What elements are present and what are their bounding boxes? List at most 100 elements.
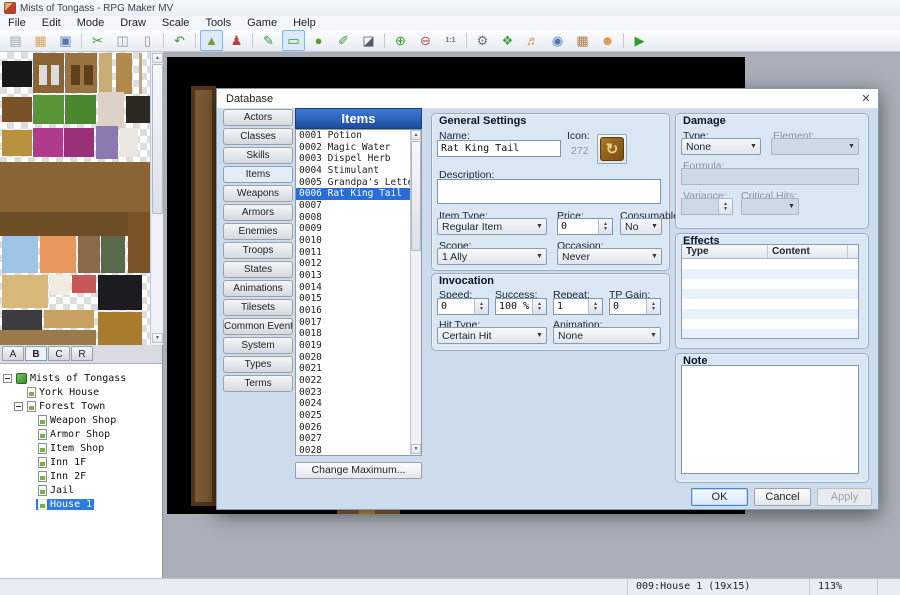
tree-item-york-house[interactable]: York House bbox=[0, 385, 162, 399]
undo-button[interactable]: ↶ bbox=[168, 30, 191, 51]
tree-item-forest-town[interactable]: Forest Town bbox=[0, 399, 162, 413]
palette-tile[interactable] bbox=[0, 330, 96, 345]
ellipse-tool-button[interactable]: ● bbox=[307, 30, 330, 51]
item-row-0003[interactable]: 0003 Dispel Herb bbox=[296, 153, 421, 165]
tileset-tab-r[interactable]: R bbox=[71, 346, 93, 361]
menu-game[interactable]: Game bbox=[239, 17, 285, 29]
menu-scale[interactable]: Scale bbox=[154, 17, 198, 29]
palette-tile[interactable] bbox=[128, 212, 150, 273]
palette-tile[interactable] bbox=[99, 53, 112, 94]
item-row-0007[interactable]: 0007 bbox=[296, 200, 421, 212]
effects-row[interactable] bbox=[682, 269, 858, 279]
item-row-0020[interactable]: 0020 bbox=[296, 352, 421, 364]
db-tab-items[interactable]: Items bbox=[223, 166, 293, 183]
db-tab-weapons[interactable]: Weapons bbox=[223, 185, 293, 202]
effects-row[interactable] bbox=[682, 279, 858, 289]
repeat-spinner[interactable]: 1▲▼ bbox=[553, 298, 603, 315]
palette-tile[interactable] bbox=[44, 310, 94, 328]
item-row-0022[interactable]: 0022 bbox=[296, 375, 421, 387]
palette-tile[interactable] bbox=[2, 130, 32, 156]
occasion-dropdown[interactable]: Never▼ bbox=[557, 248, 662, 265]
item-row-0027[interactable]: 0027 bbox=[296, 433, 421, 445]
change-maximum-button[interactable]: Change Maximum... bbox=[295, 462, 422, 479]
palette-tile[interactable] bbox=[116, 53, 132, 94]
scroll-down-icon[interactable]: ▼ bbox=[411, 444, 421, 454]
tree-item-item-shop[interactable]: Item Shop bbox=[0, 441, 162, 455]
item-row-0006[interactable]: 0006 Rat King Tail bbox=[296, 188, 421, 200]
effects-table-body[interactable] bbox=[682, 259, 858, 339]
menu-tools[interactable]: Tools bbox=[197, 17, 239, 29]
menu-draw[interactable]: Draw bbox=[112, 17, 154, 29]
tree-item-armor-shop[interactable]: Armor Shop bbox=[0, 427, 162, 441]
scope-dropdown[interactable]: 1 Ally▼ bbox=[437, 248, 547, 265]
price-spinner[interactable]: 0▲▼ bbox=[557, 218, 613, 235]
menu-mode[interactable]: Mode bbox=[69, 17, 113, 29]
db-tab-terms[interactable]: Terms bbox=[223, 375, 293, 392]
palette-tile[interactable] bbox=[72, 275, 96, 293]
plugin-manager-button[interactable]: ❖ bbox=[496, 30, 519, 51]
db-tab-states[interactable]: States bbox=[223, 261, 293, 278]
speed-spinner[interactable]: 0▲▼ bbox=[437, 298, 489, 315]
item-list[interactable]: 0001 Potion0002 Magic Water0003 Dispel H… bbox=[295, 129, 422, 456]
palette-tile[interactable] bbox=[98, 92, 124, 130]
palette-tile[interactable] bbox=[78, 236, 100, 273]
name-input[interactable]: Rat King Tail bbox=[437, 140, 561, 157]
palette-tile[interactable] bbox=[139, 53, 142, 94]
note-textarea[interactable] bbox=[681, 365, 859, 474]
tree-item-inn-1f[interactable]: Inn 1F bbox=[0, 455, 162, 469]
palette-tile[interactable] bbox=[65, 95, 96, 124]
palette-tile[interactable] bbox=[96, 126, 118, 159]
palette-tile[interactable] bbox=[33, 128, 63, 157]
tree-item-mists-of-tongass[interactable]: Mists of Tongass bbox=[0, 371, 162, 385]
tree-expander-icon[interactable] bbox=[14, 402, 23, 411]
tree-item-house-1[interactable]: House 1 bbox=[0, 497, 162, 511]
db-tab-classes[interactable]: Classes bbox=[223, 128, 293, 145]
palette-tile[interactable] bbox=[84, 65, 93, 85]
scroll-up-icon[interactable]: ▲ bbox=[152, 53, 163, 63]
menu-help[interactable]: Help bbox=[285, 17, 324, 29]
db-tab-animations[interactable]: Animations bbox=[223, 280, 293, 297]
palette-tile[interactable] bbox=[71, 65, 80, 85]
db-tab-common-events[interactable]: Common Events bbox=[223, 318, 293, 335]
save-project-button[interactable]: ▣ bbox=[54, 30, 77, 51]
palette-tile[interactable] bbox=[2, 61, 32, 87]
tileset-tab-a[interactable]: A bbox=[2, 346, 24, 361]
hit-type-dropdown[interactable]: Certain Hit▼ bbox=[437, 327, 547, 344]
tree-item-jail[interactable]: Jail bbox=[0, 483, 162, 497]
item-list-scrollbar[interactable]: ▲ ▼ bbox=[410, 130, 421, 455]
rectangle-tool-button[interactable]: ▭ bbox=[282, 30, 305, 51]
db-tab-skills[interactable]: Skills bbox=[223, 147, 293, 164]
palette-tile[interactable] bbox=[0, 162, 150, 212]
database-button[interactable]: ⚙ bbox=[471, 30, 494, 51]
effects-row[interactable] bbox=[682, 289, 858, 299]
zoom-out-button[interactable]: ⊖ bbox=[414, 30, 437, 51]
map-floor-tiles[interactable] bbox=[195, 90, 212, 502]
tileset-tab-b[interactable]: B bbox=[25, 346, 47, 361]
palette-scrollbar[interactable]: ▲ ▼ bbox=[150, 52, 163, 345]
palette-tile[interactable] bbox=[2, 97, 32, 122]
item-row-0008[interactable]: 0008 bbox=[296, 212, 421, 224]
effects-row[interactable] bbox=[682, 309, 858, 319]
map-mode-button[interactable]: ▲ bbox=[200, 30, 223, 51]
item-row-0015[interactable]: 0015 bbox=[296, 293, 421, 305]
pencil-tool-button[interactable]: ✎ bbox=[257, 30, 280, 51]
item-row-0019[interactable]: 0019 bbox=[296, 340, 421, 352]
close-icon[interactable]: ✕ bbox=[859, 92, 873, 105]
palette-tile[interactable] bbox=[126, 96, 150, 123]
db-tab-actors[interactable]: Actors bbox=[223, 109, 293, 126]
item-row-0014[interactable]: 0014 bbox=[296, 282, 421, 294]
item-row-0001[interactable]: 0001 Potion bbox=[296, 130, 421, 142]
copy-button[interactable]: ◫ bbox=[111, 30, 134, 51]
tree-item-inn-2f[interactable]: Inn 2F bbox=[0, 469, 162, 483]
db-tab-armors[interactable]: Armors bbox=[223, 204, 293, 221]
menu-file[interactable]: File bbox=[0, 17, 34, 29]
item-row-0009[interactable]: 0009 bbox=[296, 223, 421, 235]
actual-scale-button[interactable]: 1:1 bbox=[439, 30, 462, 51]
tree-expander-icon[interactable] bbox=[3, 374, 12, 383]
dialog-title-bar[interactable]: Database ✕ bbox=[217, 89, 878, 109]
item-type-dropdown[interactable]: Regular Item▼ bbox=[437, 218, 547, 235]
effects-row[interactable] bbox=[682, 299, 858, 309]
palette-tile[interactable] bbox=[101, 236, 125, 273]
item-row-0012[interactable]: 0012 bbox=[296, 258, 421, 270]
scroll-up-icon[interactable]: ▲ bbox=[411, 130, 421, 140]
